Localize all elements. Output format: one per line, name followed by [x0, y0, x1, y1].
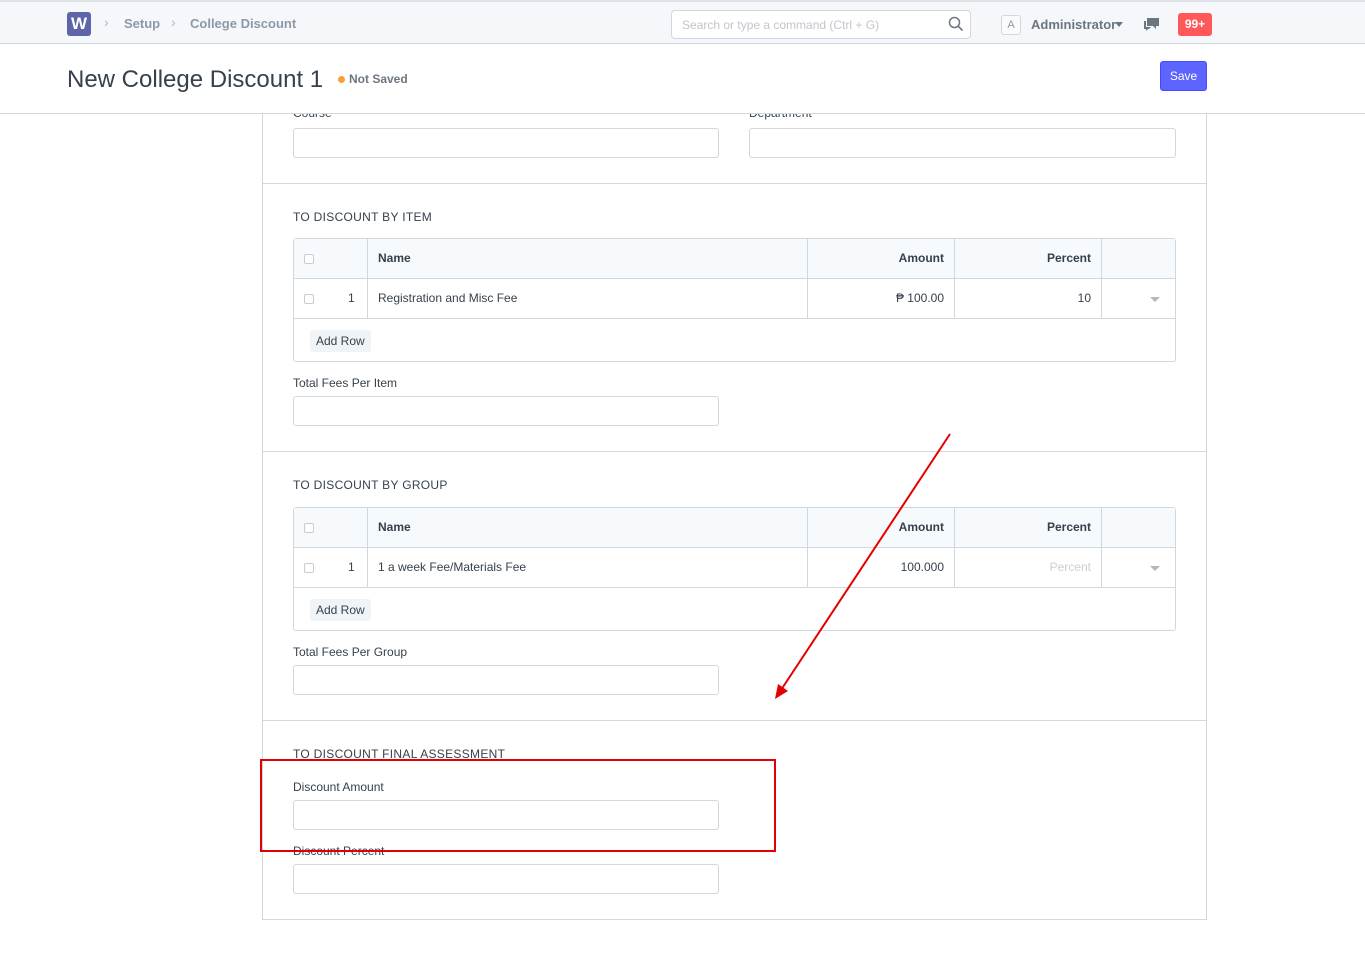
avatar[interactable]: A: [1001, 15, 1021, 35]
discount-percent-label: Discount Percent: [293, 844, 385, 858]
total-fees-per-group-field[interactable]: [293, 665, 719, 695]
notification-badge[interactable]: 99+: [1178, 13, 1212, 36]
breadcrumb-setup[interactable]: Setup: [124, 16, 160, 31]
item-grid: Name Amount Percent 1 Registration and M…: [293, 238, 1176, 362]
section-divider: [262, 183, 1207, 184]
column-header-actions: [1101, 508, 1175, 547]
total-fees-per-item-label: Total Fees Per Item: [293, 376, 398, 390]
status-badge: Not Saved: [349, 72, 408, 86]
course-field[interactable]: [293, 128, 719, 158]
status-indicator-icon: [338, 76, 345, 83]
section-divider: [262, 451, 1207, 452]
caret-down-icon[interactable]: [1115, 22, 1123, 27]
grid-header-row: Name Amount Percent: [294, 508, 1175, 548]
caret-down-icon[interactable]: [1150, 297, 1160, 302]
user-menu[interactable]: Administrator: [1031, 17, 1116, 32]
discount-amount-label: Discount Amount: [293, 780, 384, 794]
column-header-amount: Amount: [807, 239, 954, 278]
row-actions[interactable]: [1101, 548, 1175, 587]
cell-percent[interactable]: Percent: [954, 548, 1101, 587]
group-grid: Name Amount Percent 1 1 a week Fee/Mater…: [293, 507, 1176, 631]
section-title-final-assessment: TO DISCOUNT FINAL ASSESSMENT: [293, 747, 506, 761]
total-fees-per-item-field[interactable]: [293, 396, 719, 426]
column-header-percent: Percent: [954, 239, 1101, 278]
grid-header-row: Name Amount Percent: [294, 239, 1175, 279]
total-fees-per-group-label: Total Fees Per Group: [293, 645, 408, 659]
column-header-percent: Percent: [954, 508, 1101, 547]
section-title-by-group: TO DISCOUNT BY GROUP: [293, 478, 448, 492]
add-row-button[interactable]: Add Row: [310, 599, 371, 621]
cell-name[interactable]: 1 a week Fee/Materials Fee: [367, 548, 807, 587]
row-checkbox[interactable]: [304, 294, 314, 304]
page-title: New College Discount 1: [67, 66, 324, 93]
cell-amount[interactable]: ₱ 100.00: [807, 279, 954, 318]
table-row[interactable]: 1 1 a week Fee/Materials Fee 100.000 Per…: [294, 548, 1175, 588]
section-divider: [262, 720, 1207, 721]
chevron-right-icon: ›: [104, 14, 109, 30]
chevron-right-icon: ›: [171, 14, 176, 30]
save-button[interactable]: Save: [1160, 61, 1207, 91]
caret-down-icon[interactable]: [1150, 566, 1160, 571]
search-bar: [671, 10, 971, 39]
cell-amount[interactable]: 100.000: [807, 548, 954, 587]
column-header-actions: [1101, 239, 1175, 278]
column-header-name: Name: [367, 239, 807, 278]
chat-icon[interactable]: [1143, 17, 1160, 32]
app-logo[interactable]: W: [67, 12, 91, 36]
search-icon[interactable]: [948, 16, 964, 32]
row-index: 1: [348, 291, 355, 305]
cell-percent[interactable]: 10: [954, 279, 1101, 318]
row-index: 1: [348, 560, 355, 574]
navbar: W › Setup › College Discount A Administr…: [0, 0, 1365, 44]
row-checkbox[interactable]: [304, 563, 314, 573]
discount-amount-field[interactable]: [293, 800, 719, 830]
cell-name[interactable]: Registration and Misc Fee: [367, 279, 807, 318]
row-actions[interactable]: [1101, 279, 1175, 318]
section-title-by-item: TO DISCOUNT BY ITEM: [293, 210, 433, 224]
search-input[interactable]: [672, 11, 932, 38]
add-row-button[interactable]: Add Row: [310, 330, 371, 352]
select-all-checkbox[interactable]: [304, 523, 314, 533]
table-row[interactable]: 1 Registration and Misc Fee ₱ 100.00 10: [294, 279, 1175, 319]
select-all-checkbox[interactable]: [304, 254, 314, 264]
column-header-amount: Amount: [807, 508, 954, 547]
breadcrumb-college-discount[interactable]: College Discount: [190, 16, 296, 31]
department-field[interactable]: [749, 128, 1176, 158]
column-header-name: Name: [367, 508, 807, 547]
discount-percent-field[interactable]: [293, 864, 719, 894]
